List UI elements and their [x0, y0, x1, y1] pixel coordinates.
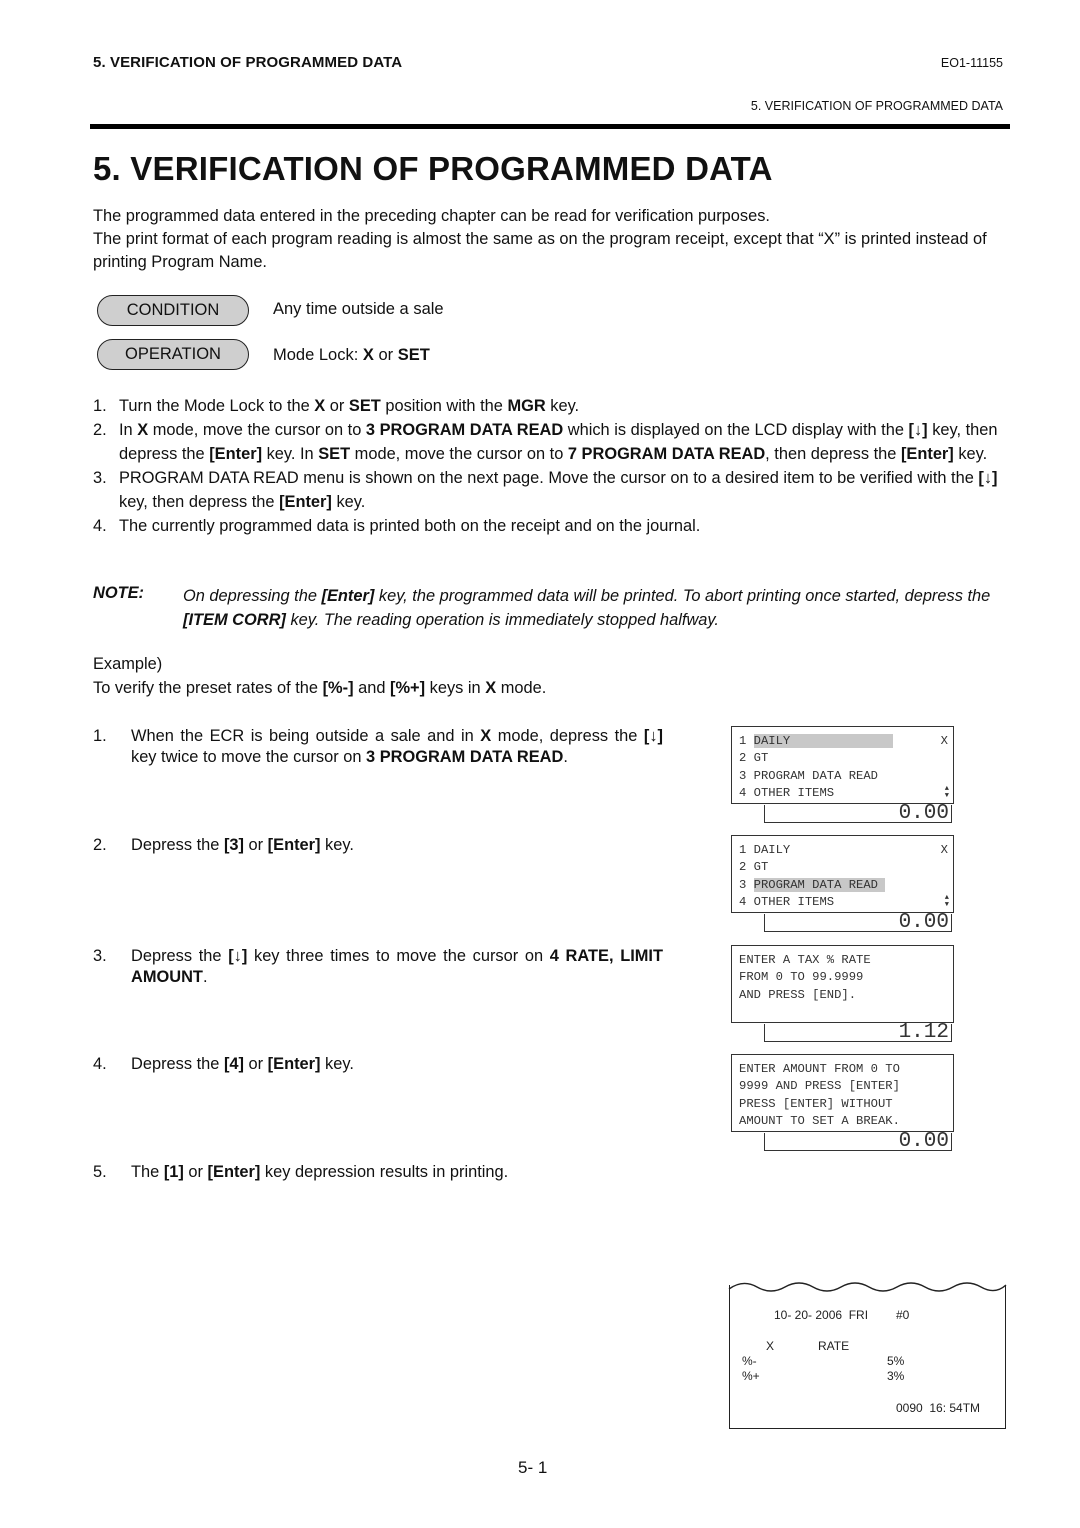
receipt-heading: RATE [818, 1339, 850, 1353]
lcd-row: 1 DAILY [739, 734, 893, 748]
receipt-value-1: 5% [887, 1354, 905, 1368]
scroll-up-down-icon: ▲ ▼ [944, 785, 949, 800]
operation-badge: OPERATION [97, 339, 249, 370]
page-number: 5- 1 [518, 1458, 548, 1477]
example-step-2: 2. Depress the [3] or [Enter] key. [93, 836, 354, 854]
note-text: On depressing the [Enter] key, the progr… [183, 587, 991, 629]
operation-text: Mode Lock: X or SET [273, 346, 430, 364]
lcd-row: 3 PROGRAM DATA READ [739, 768, 878, 783]
document-code: EO1-11155 [940, 56, 1003, 70]
intro-paragraph-1: The programmed data entered in the prece… [93, 207, 770, 225]
receipt-date: 10- 20- 2006 FRI [774, 1308, 869, 1322]
note-label: NOTE: [93, 584, 144, 602]
lcd-row: 2 GT [739, 860, 769, 875]
lcd-row: ENTER AMOUNT FROM 0 TO [739, 1062, 900, 1076]
lcd-row: ENTER A TAX % RATE [739, 953, 871, 967]
torn-edge-icon [728, 1282, 1007, 1292]
procedure-step: 1. Turn the Mode Lock to the X or SET pos… [93, 397, 580, 415]
lcd-row: 3 PROGRAM DATA READ [739, 877, 886, 892]
procedure-step: 4. The currently programmed data is print… [93, 517, 701, 535]
lcd-row: FROM 0 TO 99.9999 [739, 970, 864, 985]
procedure-step: 3. PROGRAM DATA READ menu is shown on the… [93, 469, 998, 511]
lcd-display: 1 DAILY 2 GT 3 PROGRAM DATA READ 4 OTHER I… [731, 835, 954, 913]
lcd-mode-indicator: X [940, 843, 948, 857]
condition-text: Any time outside a sale [273, 300, 444, 318]
example-label: Example) [93, 655, 163, 673]
lcd-row: AND PRESS [END]. [739, 987, 857, 1002]
page-title: 5. VERIFICATION OF PROGRAMMED DATA [93, 150, 773, 187]
example-step-5: 5. The [1] or [Enter] key depression resu… [93, 1163, 509, 1181]
lcd-row: 4 OTHER ITEMS [739, 894, 835, 909]
header-rule [90, 124, 1010, 129]
scroll-up-down-icon: ▲ ▼ [944, 894, 949, 909]
lcd-amount-display: 1.12 [764, 1022, 952, 1043]
lcd-amount-display: 0.00 [764, 803, 952, 824]
lcd-display: 1 DAILY 2 GT 3 PROGRAM DATA READ 4 OTHER I… [731, 726, 954, 804]
receipt-value-2: 3% [887, 1369, 905, 1383]
example-step-3: 3. Depress the [↓] key three times to mov… [93, 947, 663, 986]
receipt-footer: 0090 16: 54TM [896, 1401, 981, 1415]
section-header: 5. VERIFICATION OF PROGRAMMED DATA [93, 54, 403, 71]
lcd-row: 4 OTHER ITEMS [739, 785, 835, 800]
receipt-printout: 10- 20- 2006 FRI #0 X RATE %- 5% %+ 3% 0… [728, 1282, 1007, 1429]
intro-paragraph-2: The print format of each program reading… [93, 230, 987, 271]
lcd-row: 9999 AND PRESS [ENTER] [739, 1079, 900, 1094]
lcd-display: ENTER AMOUNT FROM 0 TO 9999 AND PRESS [EN… [731, 1054, 954, 1132]
running-head: 5. VERIFICATION OF PROGRAMMED DATA [750, 99, 1003, 113]
example-step-1: 1. When the ECR is being outside a sale a… [93, 727, 663, 766]
procedure-step: 2. In X mode, move the cursor on to 3 PRO… [93, 421, 998, 463]
lcd-row: 1 DAILY [739, 843, 791, 857]
example-step-4: 4. Depress the [4] or [Enter] key. [93, 1055, 354, 1073]
lcd-display: ENTER A TAX % RATE FROM 0 TO 99.9999 AND P… [731, 945, 954, 1023]
lcd-amount-display: 0.00 [764, 912, 952, 933]
lcd-amount-display: 0.00 [764, 1131, 952, 1152]
cursor-highlight: DAILY [753, 734, 893, 748]
receipt-register: #0 [896, 1308, 910, 1322]
cursor-highlight: PROGRAM DATA READ [753, 877, 886, 892]
receipt-key-1: %- [742, 1354, 757, 1368]
lcd-mode-indicator: X [940, 734, 948, 748]
lcd-row: 2 GT [739, 751, 769, 766]
condition-badge: CONDITION [97, 295, 249, 326]
receipt-key-2: %+ [742, 1369, 760, 1383]
procedure-steps: 1. Turn the Mode Lock to the X or SET pos… [93, 394, 1013, 538]
example-intro: To verify the preset rates of the [%-] a… [93, 679, 547, 697]
lcd-row: PRESS [ENTER] WITHOUT [739, 1096, 893, 1111]
lcd-row: AMOUNT TO SET A BREAK. [739, 1113, 900, 1128]
receipt-mode: X [766, 1339, 775, 1353]
